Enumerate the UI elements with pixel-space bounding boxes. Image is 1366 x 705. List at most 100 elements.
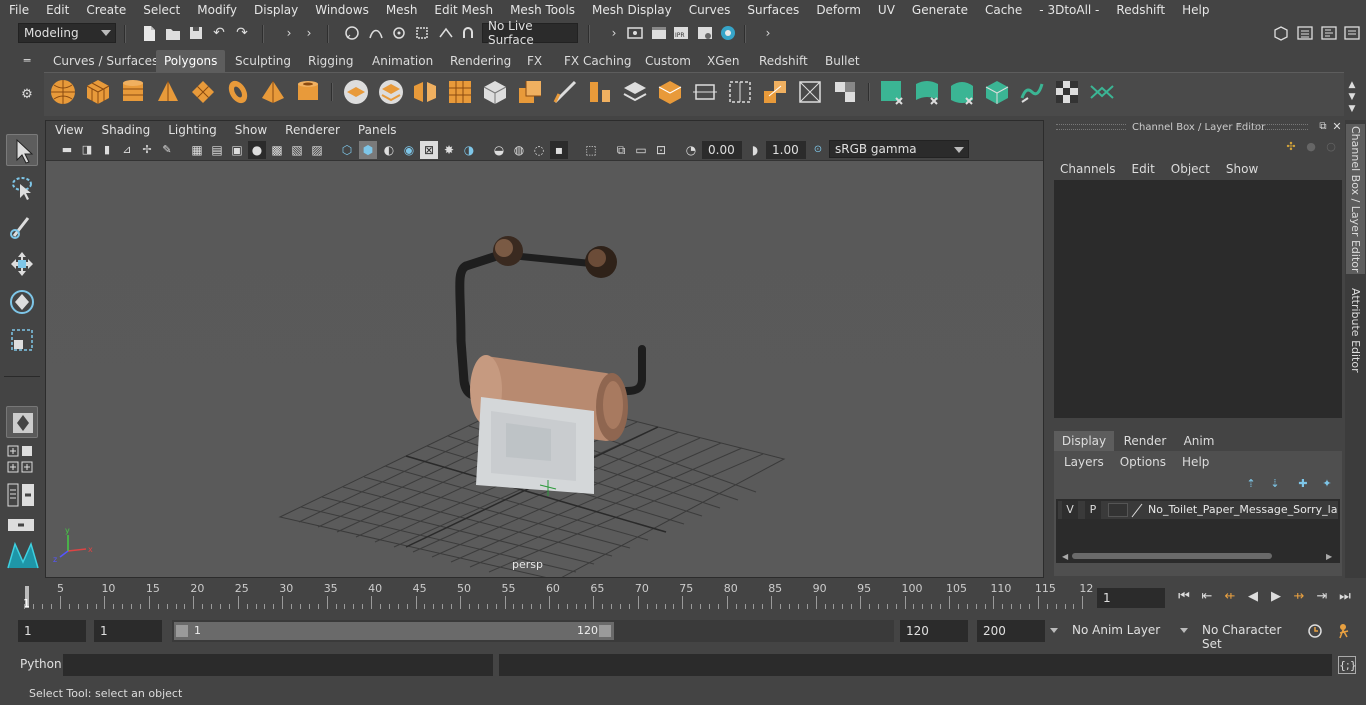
new-layer-icon[interactable]: ✚ (1294, 475, 1312, 493)
exposure-field[interactable]: 0.00 (702, 141, 742, 159)
play-backwards-icon[interactable]: ◀ (1244, 588, 1262, 606)
menu-layers[interactable]: Layers (1054, 455, 1112, 469)
play-forwards-icon[interactable]: ▶ (1267, 588, 1285, 606)
gear-icon[interactable]: ⚙ (18, 86, 36, 104)
motion-blur-icon[interactable]: ◑ (460, 141, 478, 159)
shelf-menu-icon[interactable]: ▼ (1343, 100, 1361, 118)
vp-menu-renderer[interactable]: Renderer (276, 123, 349, 137)
color-management-icon[interactable]: ⊙ (809, 141, 827, 159)
panel-grip[interactable] (1056, 124, 1126, 130)
menu-deform[interactable]: Deform (807, 3, 869, 17)
playback-end-field[interactable]: 120 (900, 620, 968, 642)
menu-edit[interactable]: Edit (37, 3, 77, 17)
wireframe-icon[interactable]: ▦ (188, 141, 206, 159)
uv-stitch-icon[interactable] (1088, 78, 1116, 106)
toggle-channel-box-icon[interactable] (1343, 24, 1361, 42)
render-view-icon[interactable] (626, 24, 644, 42)
dot-icon[interactable]: ● (1302, 138, 1320, 156)
redo-icon[interactable]: ↷ (233, 24, 251, 42)
snap-live-icon[interactable] (437, 24, 455, 42)
layer-playback-toggle[interactable]: P (1085, 501, 1101, 519)
menu-display[interactable]: Display (245, 3, 306, 17)
vp-menu-lighting[interactable]: Lighting (159, 123, 226, 137)
soft-select-icon[interactable] (6, 406, 38, 438)
layout-four-icon[interactable] (6, 460, 38, 476)
anim-layer-dropdown[interactable]: No Anim Layer (1050, 620, 1178, 642)
tab-anim[interactable]: Anim (1174, 431, 1224, 451)
layer-name[interactable]: No_Toilet_Paper_Message_Sorry_laye (1148, 501, 1338, 519)
menu-help[interactable]: Help (1174, 455, 1217, 469)
menu-windows[interactable]: Windows (306, 3, 377, 17)
poly-cube-icon[interactable] (84, 78, 112, 106)
menu-generate[interactable]: Generate (903, 3, 976, 17)
layer-visibility-toggle[interactable]: V (1062, 501, 1078, 519)
grid-icon[interactable]: ✢ (138, 141, 156, 159)
range-slider-bar[interactable]: 1 120 (174, 622, 614, 640)
uv-planar-icon[interactable] (878, 78, 906, 106)
step-forward-key-icon[interactable]: ⇥ (1313, 588, 1331, 606)
uv-cylindrical-icon[interactable] (913, 78, 941, 106)
menu-3dtoall[interactable]: - 3DtoAll - (1030, 3, 1107, 17)
playback-start-field[interactable]: 1 (94, 620, 162, 642)
bounding-box-icon[interactable] (726, 78, 754, 106)
menu-cache[interactable]: Cache (976, 3, 1030, 17)
image-plane-icon[interactable]: ⊿ (118, 141, 136, 159)
start-time-field[interactable]: 1 (18, 620, 86, 642)
extrude-icon[interactable] (516, 78, 544, 106)
bookmark-icon[interactable]: ▮ (98, 141, 116, 159)
end-time-field[interactable]: 200 (977, 620, 1045, 642)
smooth-shade-icon[interactable]: ▤ (208, 141, 226, 159)
select-tool-icon[interactable] (6, 134, 38, 166)
poly-sphere-icon[interactable] (49, 78, 77, 106)
uv-automatic-icon[interactable] (983, 78, 1011, 106)
dot-icon[interactable]: ○ (1322, 138, 1340, 156)
depth-of-field-icon[interactable]: ◍ (510, 141, 528, 159)
shadows-icon[interactable]: ▨ (308, 141, 326, 159)
open-scene-icon[interactable] (164, 24, 182, 42)
default-material-icon[interactable]: ▣ (228, 141, 246, 159)
append-to-polygon-icon[interactable] (621, 78, 649, 106)
mirror-icon[interactable] (411, 78, 439, 106)
save-scene-icon[interactable] (187, 24, 205, 42)
tab-fx[interactable]: FX (519, 50, 550, 72)
go-to-start-icon[interactable]: ⏮ (1175, 588, 1193, 606)
transfer-attributes-icon[interactable] (761, 78, 789, 106)
xray-joints-icon[interactable]: ◐ (380, 141, 398, 159)
menu-channels[interactable]: Channels (1050, 162, 1124, 176)
fill-hole-icon[interactable] (656, 78, 684, 106)
snap-point-icon[interactable] (390, 24, 408, 42)
freeze-transform-icon[interactable] (796, 78, 824, 106)
smooth-icon[interactable] (446, 78, 474, 106)
isolate-select-icon[interactable]: ⬡ (338, 141, 356, 159)
menu-mesh-display[interactable]: Mesh Display (583, 3, 680, 17)
backface-culling-icon[interactable]: ⊠ (420, 141, 438, 159)
combine-icon[interactable] (342, 78, 370, 106)
tab-animation[interactable]: Animation (364, 50, 441, 72)
vp-menu-view[interactable]: View (46, 123, 92, 137)
menu-mesh[interactable]: Mesh (377, 3, 426, 17)
separate-icon[interactable] (377, 78, 405, 106)
auto-key-icon[interactable] (1306, 622, 1324, 640)
layer-scrollbar[interactable]: ◀ ▶ (1062, 551, 1336, 561)
poly-pipe-icon[interactable] (294, 78, 322, 106)
menu-modify[interactable]: Modify (188, 3, 245, 17)
range-handle-left[interactable] (176, 625, 188, 637)
layout-single-icon[interactable] (6, 444, 38, 460)
bevel-icon[interactable] (481, 78, 509, 106)
3d-canvas[interactable]: x y z persp (46, 161, 1043, 581)
hypershade-icon[interactable] (719, 24, 737, 42)
camera-select-icon[interactable]: ▬ (58, 141, 76, 159)
poly-cone-icon[interactable] (154, 78, 182, 106)
go-to-end-icon[interactable]: ⏭ (1336, 588, 1354, 606)
workspace-layout-icon[interactable] (1272, 24, 1290, 42)
menu-uv[interactable]: UV (869, 3, 903, 17)
hud-icon[interactable]: ▪ (550, 141, 568, 159)
ipr-render-icon[interactable]: IPR (672, 24, 690, 42)
xray-icon[interactable]: ⬢ (359, 141, 377, 159)
new-scene-icon[interactable] (140, 24, 158, 42)
panel-grip[interactable] (1238, 124, 1308, 130)
scale-tool-icon[interactable] (6, 324, 38, 356)
menu-create[interactable]: Create (77, 3, 134, 17)
persp-outliner-icon[interactable] (6, 516, 38, 534)
render-settings-icon[interactable] (696, 24, 714, 42)
